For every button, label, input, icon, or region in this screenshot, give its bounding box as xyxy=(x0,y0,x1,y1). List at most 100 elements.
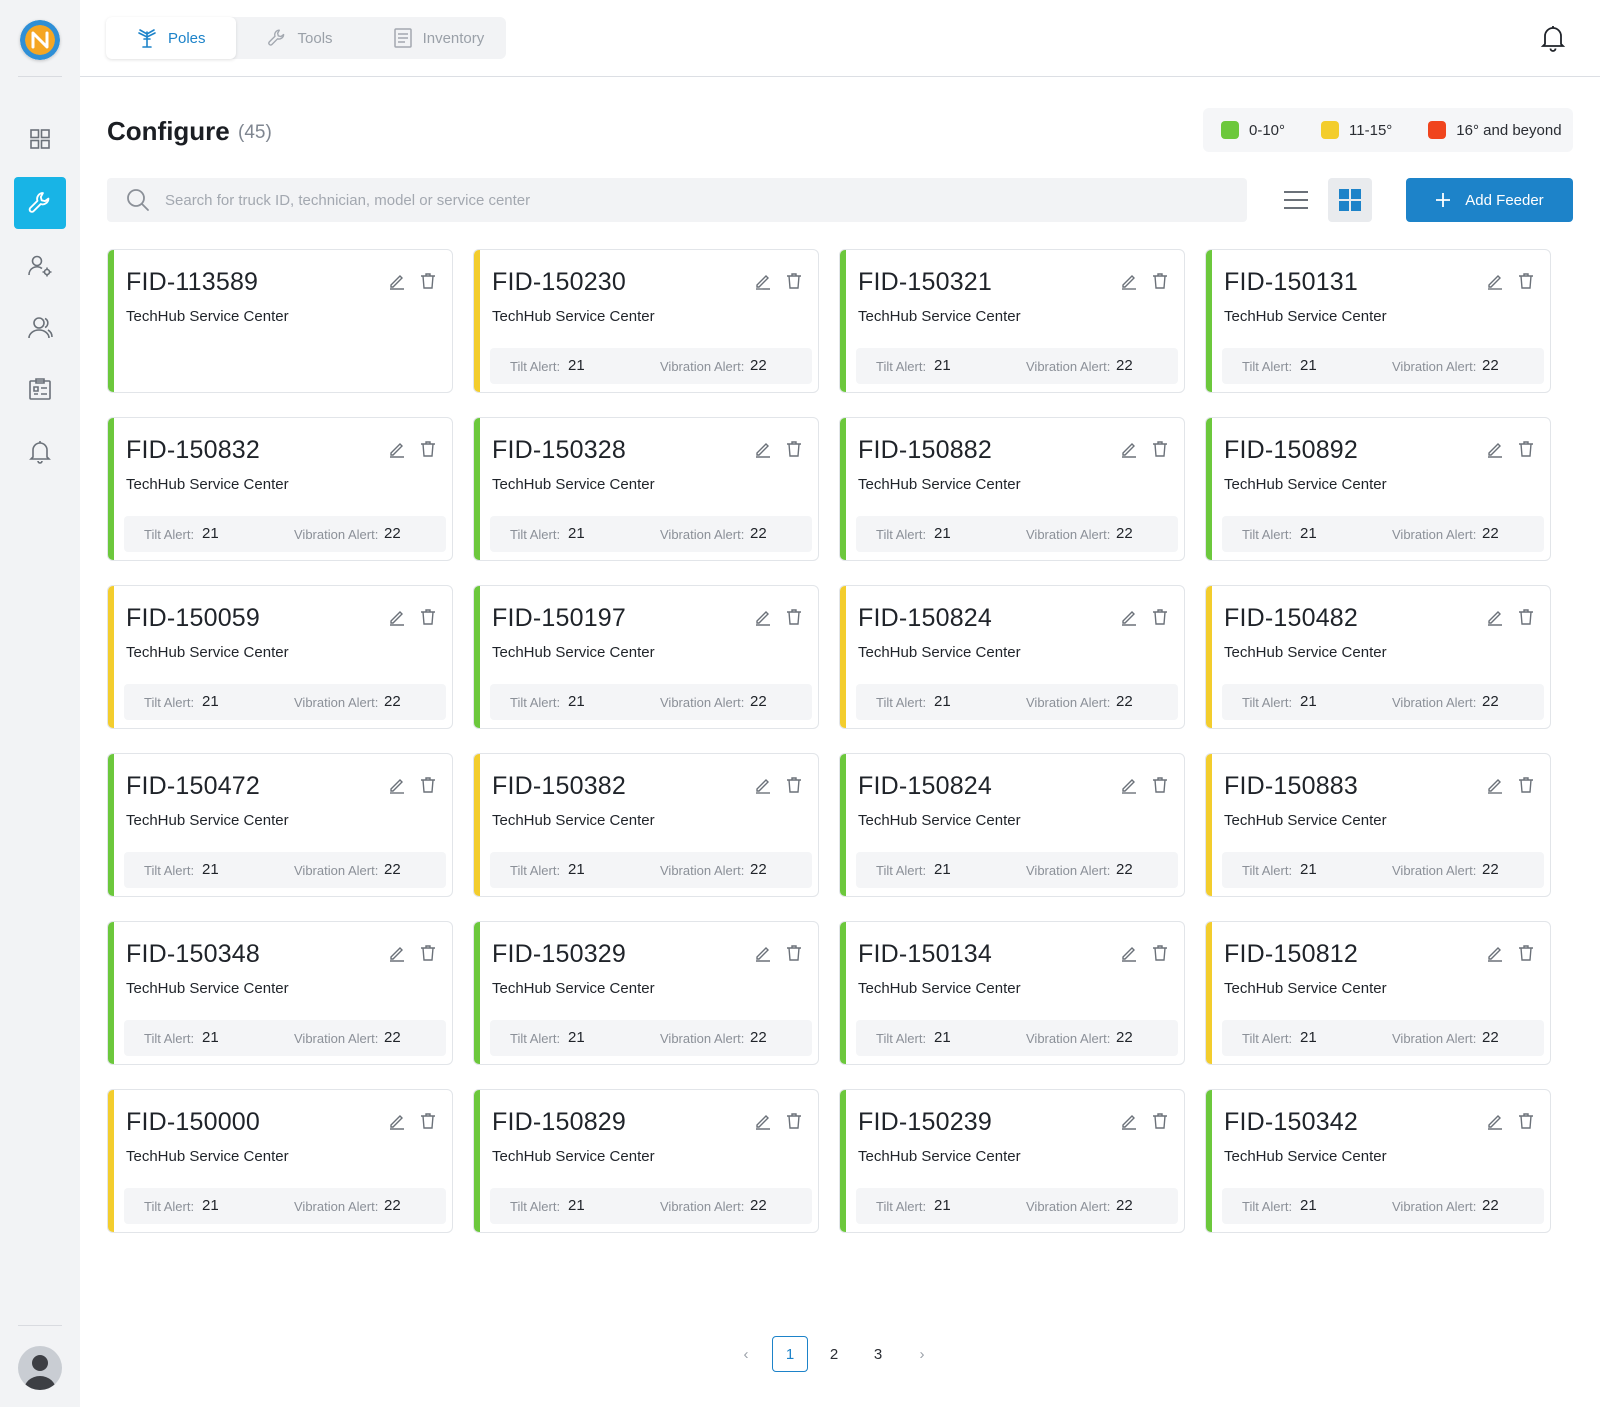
page-button-1[interactable]: 1 xyxy=(772,1336,808,1372)
delete-button[interactable] xyxy=(1152,776,1168,799)
sidebar-item-dashboard[interactable] xyxy=(14,113,66,165)
delete-button[interactable] xyxy=(1152,440,1168,463)
tab-poles[interactable]: Poles xyxy=(106,17,236,59)
edit-button[interactable] xyxy=(1120,944,1138,967)
next-page-button[interactable]: › xyxy=(904,1336,940,1372)
feeder-card[interactable]: FID-150348 TechHub Service Center Tilt Ale… xyxy=(107,921,453,1065)
sidebar-item-alerts[interactable] xyxy=(14,425,66,477)
add-feeder-button[interactable]: Add Feeder xyxy=(1406,178,1573,222)
edit-button[interactable] xyxy=(1486,1112,1504,1135)
edit-button[interactable] xyxy=(754,440,772,463)
delete-button[interactable] xyxy=(1152,272,1168,295)
prev-page-button[interactable]: ‹ xyxy=(728,1336,764,1372)
page-button-2[interactable]: 2 xyxy=(816,1336,852,1372)
edit-icon xyxy=(390,443,404,458)
feeder-card[interactable]: FID-150239 TechHub Service Center Tilt Ale… xyxy=(839,1089,1185,1233)
feeder-card[interactable]: FID-150328 TechHub Service Center Tilt Ale… xyxy=(473,417,819,561)
feeder-card[interactable]: FID-150321 TechHub Service Center Tilt Ale… xyxy=(839,249,1185,393)
feeder-card[interactable]: FID-113589 TechHub Service Center xyxy=(107,249,453,393)
delete-button[interactable] xyxy=(1518,272,1534,295)
delete-button[interactable] xyxy=(1518,608,1534,631)
feeder-card[interactable]: FID-150812 TechHub Service Center Tilt Ale… xyxy=(1205,921,1551,1065)
edit-button[interactable] xyxy=(388,608,406,631)
feeder-card[interactable]: FID-150342 TechHub Service Center Tilt Ale… xyxy=(1205,1089,1551,1233)
delete-button[interactable] xyxy=(420,440,436,463)
delete-button[interactable] xyxy=(1152,944,1168,967)
delete-button[interactable] xyxy=(1518,776,1534,799)
delete-button[interactable] xyxy=(786,608,802,631)
edit-button[interactable] xyxy=(1486,440,1504,463)
status-bar xyxy=(1206,586,1212,728)
delete-button[interactable] xyxy=(1152,1112,1168,1135)
feeder-card[interactable]: FID-150134 TechHub Service Center Tilt Ale… xyxy=(839,921,1185,1065)
edit-button[interactable] xyxy=(754,272,772,295)
edit-button[interactable] xyxy=(754,1112,772,1135)
tilt-alert-value: 21 xyxy=(934,693,951,710)
delete-button[interactable] xyxy=(420,272,436,295)
sidebar-item-configure[interactable] xyxy=(14,177,66,229)
tab-tools[interactable]: Tools xyxy=(236,17,363,59)
service-center: TechHub Service Center xyxy=(492,812,655,829)
edit-button[interactable] xyxy=(388,272,406,295)
feeder-card[interactable]: FID-150482 TechHub Service Center Tilt Ale… xyxy=(1205,585,1551,729)
edit-button[interactable] xyxy=(1120,272,1138,295)
feeder-card[interactable]: FID-150059 TechHub Service Center Tilt Ale… xyxy=(107,585,453,729)
feeder-card[interactable]: FID-150472 TechHub Service Center Tilt Ale… xyxy=(107,753,453,897)
tab-inventory[interactable]: Inventory xyxy=(363,17,515,59)
feeder-card[interactable]: FID-150197 TechHub Service Center Tilt Ale… xyxy=(473,585,819,729)
feeder-card[interactable]: FID-150329 TechHub Service Center Tilt Ale… xyxy=(473,921,819,1065)
delete-button[interactable] xyxy=(420,608,436,631)
edit-button[interactable] xyxy=(1486,944,1504,967)
edit-button[interactable] xyxy=(388,440,406,463)
sidebar-item-reports[interactable] xyxy=(14,363,66,415)
sidebar-item-user-settings[interactable] xyxy=(14,240,66,292)
brand-logo[interactable] xyxy=(20,20,60,60)
delete-button[interactable] xyxy=(420,776,436,799)
feeder-card[interactable]: FID-150832 TechHub Service Center Tilt Ale… xyxy=(107,417,453,561)
feeder-card[interactable]: FID-150230 TechHub Service Center Tilt Ale… xyxy=(473,249,819,393)
list-view-button[interactable] xyxy=(1274,178,1318,222)
edit-button[interactable] xyxy=(388,944,406,967)
grid-view-button[interactable] xyxy=(1328,178,1372,222)
edit-button[interactable] xyxy=(1120,1112,1138,1135)
edit-button[interactable] xyxy=(388,776,406,799)
edit-button[interactable] xyxy=(1120,440,1138,463)
trash-icon xyxy=(1153,1113,1167,1129)
feeder-card[interactable]: FID-150824 TechHub Service Center Tilt Ale… xyxy=(839,585,1185,729)
delete-button[interactable] xyxy=(420,944,436,967)
edit-button[interactable] xyxy=(754,608,772,631)
feeder-card[interactable]: FID-150131 TechHub Service Center Tilt Ale… xyxy=(1205,249,1551,393)
delete-button[interactable] xyxy=(786,1112,802,1135)
delete-button[interactable] xyxy=(786,944,802,967)
feeder-card[interactable]: FID-150824 TechHub Service Center Tilt Ale… xyxy=(839,753,1185,897)
avatar[interactable] xyxy=(18,1346,62,1390)
edit-button[interactable] xyxy=(1120,608,1138,631)
feeder-card[interactable]: FID-150882 TechHub Service Center Tilt Ale… xyxy=(839,417,1185,561)
sidebar-item-users[interactable] xyxy=(14,302,66,354)
delete-button[interactable] xyxy=(786,440,802,463)
delete-button[interactable] xyxy=(1518,1112,1534,1135)
notifications-button[interactable] xyxy=(1540,24,1566,57)
feeder-card[interactable]: FID-150000 TechHub Service Center Tilt Ale… xyxy=(107,1089,453,1233)
delete-button[interactable] xyxy=(1518,944,1534,967)
delete-button[interactable] xyxy=(1152,608,1168,631)
edit-button[interactable] xyxy=(1120,776,1138,799)
edit-button[interactable] xyxy=(388,1112,406,1135)
delete-button[interactable] xyxy=(420,1112,436,1135)
delete-button[interactable] xyxy=(786,272,802,295)
trash-icon xyxy=(421,441,435,457)
edit-button[interactable] xyxy=(754,776,772,799)
edit-button[interactable] xyxy=(1486,776,1504,799)
delete-button[interactable] xyxy=(786,776,802,799)
edit-button[interactable] xyxy=(1486,272,1504,295)
feeder-card[interactable]: FID-150892 TechHub Service Center Tilt Ale… xyxy=(1205,417,1551,561)
edit-button[interactable] xyxy=(1486,608,1504,631)
sidebar-divider xyxy=(18,1325,62,1326)
page-button-3[interactable]: 3 xyxy=(860,1336,896,1372)
feeder-card[interactable]: FID-150382 TechHub Service Center Tilt Ale… xyxy=(473,753,819,897)
edit-button[interactable] xyxy=(754,944,772,967)
feeder-card[interactable]: FID-150829 TechHub Service Center Tilt Ale… xyxy=(473,1089,819,1233)
search-input[interactable] xyxy=(165,191,1165,209)
feeder-card[interactable]: FID-150883 TechHub Service Center Tilt Ale… xyxy=(1205,753,1551,897)
delete-button[interactable] xyxy=(1518,440,1534,463)
